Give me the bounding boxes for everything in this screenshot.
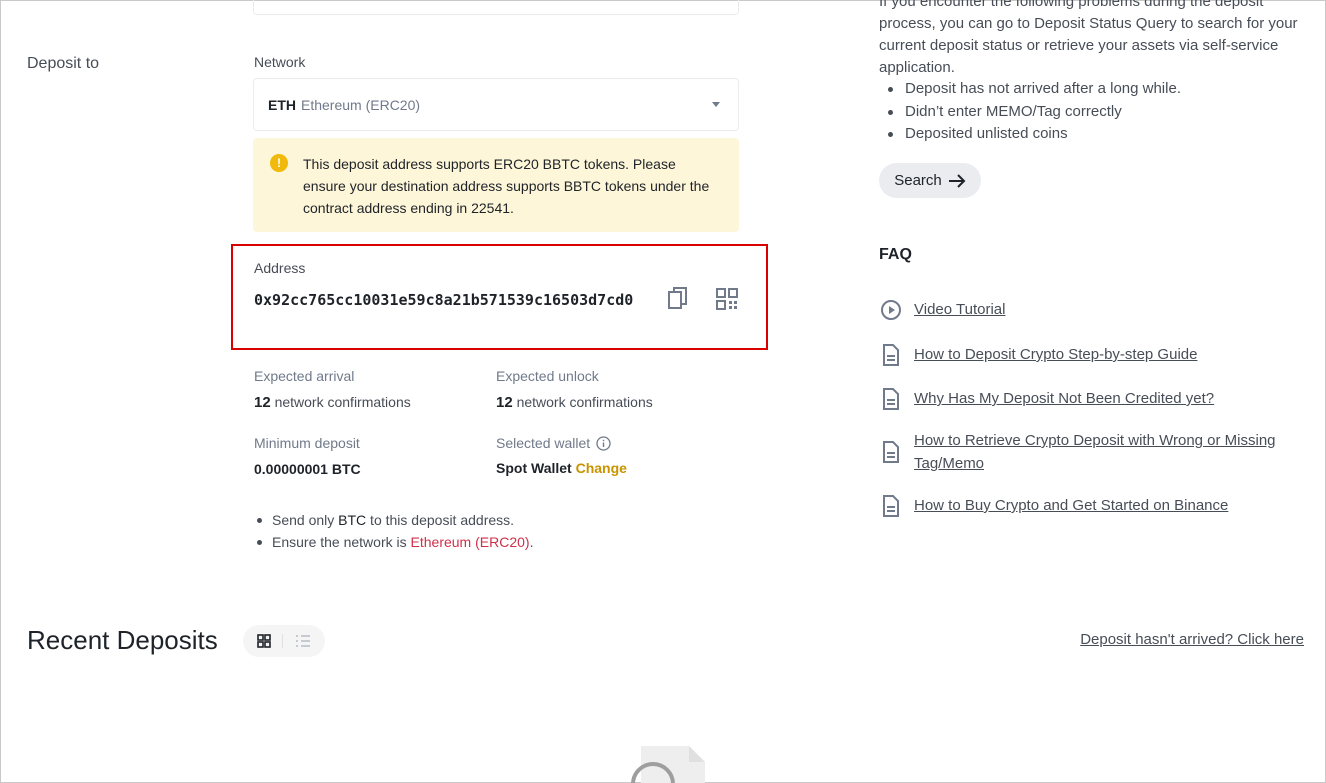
faq-item-buy-crypto[interactable]: How to Buy Crypto and Get Started on Bin… [879, 494, 1304, 518]
deposit-problem-intro: If you encounter the following problems … [879, 0, 1298, 76]
info-icon[interactable] [596, 435, 611, 451]
deposit-not-arrived-link[interactable]: Deposit hasn't arrived? Click here [1080, 631, 1304, 648]
address-label: Address [254, 260, 306, 276]
selected-wallet-value: Spot Wallet Change [496, 460, 627, 476]
play-circle-icon [881, 300, 901, 320]
expected-arrival-label: Expected arrival [254, 368, 355, 384]
selected-wallet-label-row: Selected wallet [496, 435, 611, 451]
faq-link[interactable]: How to Retrieve Crypto Deposit with Wron… [914, 429, 1304, 475]
list-view-icon[interactable] [295, 634, 311, 648]
network-symbol: ETH [268, 96, 296, 113]
document-icon [883, 441, 899, 463]
faq-title: FAQ [879, 246, 912, 263]
deposit-notes: Send only BTC to this deposit address. E… [254, 509, 533, 553]
network-select[interactable]: ETH Ethereum (ERC20) [253, 78, 739, 131]
coin-select[interactable] [253, 0, 739, 15]
network-name: Ethereum (ERC20) [301, 96, 421, 113]
selected-wallet-label: Selected wallet [496, 435, 591, 451]
problem-item: Deposit has not arrived after a long whi… [879, 78, 1181, 101]
recent-deposits-title: Recent Deposits [27, 625, 218, 655]
note-item: Ensure the network is Ethereum (ERC20). [254, 531, 533, 553]
faq-item-video-tutorial[interactable]: Video Tutorial [879, 298, 1304, 322]
document-icon [883, 344, 899, 366]
problem-item: Deposited unlisted coins [879, 123, 1181, 146]
arrow-right-icon [948, 173, 966, 188]
faq-link[interactable]: Video Tutorial [914, 298, 1304, 321]
expected-arrival-value: 12 network confirmations [254, 394, 411, 411]
chevron-down-icon [712, 102, 720, 107]
warning-banner: ! This deposit address supports ERC20 BB… [253, 138, 739, 232]
faq-item-not-credited[interactable]: Why Has My Deposit Not Been Credited yet… [879, 387, 1304, 411]
problem-list: Deposit has not arrived after a long whi… [879, 78, 1181, 146]
network-label: Network [254, 54, 306, 70]
change-wallet-link[interactable]: Change [576, 460, 627, 476]
minimum-deposit-value: 0.00000001 BTC [254, 461, 361, 477]
document-icon [883, 388, 899, 410]
search-button-label: Search [894, 172, 942, 189]
warning-icon: ! [270, 154, 288, 172]
faq-item-wrong-tag[interactable]: How to Retrieve Crypto Deposit with Wron… [879, 429, 1304, 475]
faq-link[interactable]: How to Buy Crypto and Get Started on Bin… [914, 494, 1304, 517]
deposit-to-label: Deposit to [27, 55, 100, 72]
expected-unlock-label: Expected unlock [496, 368, 599, 384]
qr-code-icon[interactable] [715, 287, 739, 311]
expected-unlock-value: 12 network confirmations [496, 394, 653, 411]
faq-link[interactable]: How to Deposit Crypto Step-by-step Guide [914, 343, 1304, 366]
empty-state-illustration [627, 741, 707, 783]
minimum-deposit-label: Minimum deposit [254, 435, 360, 451]
faq-link[interactable]: Why Has My Deposit Not Been Credited yet… [914, 387, 1304, 410]
faq-item-deposit-guide[interactable]: How to Deposit Crypto Step-by-step Guide [879, 343, 1304, 367]
grid-view-icon[interactable] [257, 634, 271, 648]
view-toggle [243, 625, 325, 657]
copy-icon[interactable] [667, 286, 689, 312]
deposit-address: 0x92cc765cc10031e59c8a21b571539c16503d7c… [254, 291, 634, 309]
search-button[interactable]: Search [879, 163, 981, 198]
document-icon [883, 495, 899, 517]
note-item: Send only BTC to this deposit address. [254, 509, 533, 531]
toggle-divider [282, 634, 284, 648]
problem-item: Didn’t enter MEMO/Tag correctly [879, 101, 1181, 124]
warning-text: This deposit address supports ERC20 BBTC… [303, 156, 710, 216]
